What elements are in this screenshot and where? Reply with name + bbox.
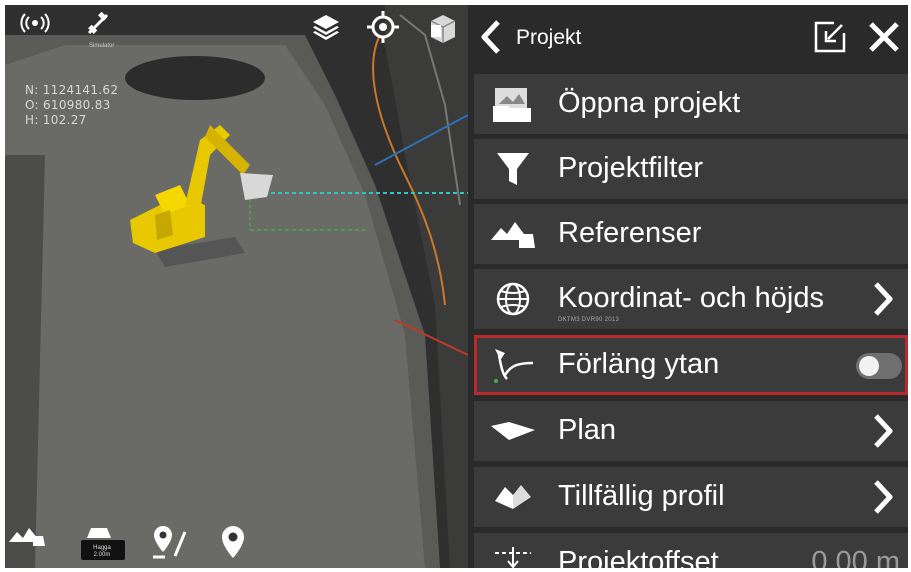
- menu-item-references[interactable]: Referenser: [474, 204, 908, 264]
- menu-item-label: Tillfällig profil: [558, 480, 725, 512]
- cube-icon[interactable]: [425, 11, 465, 45]
- close-icon[interactable]: [866, 19, 902, 55]
- collapse-icon[interactable]: [812, 19, 848, 55]
- extend-surface-icon: [488, 343, 538, 387]
- chevron-right-icon: [870, 413, 896, 449]
- location-pin-icon[interactable]: [219, 524, 259, 562]
- temporary-profile-icon: [488, 475, 538, 519]
- menu-item-project-offset[interactable]: Projektoffset 0.00 m: [474, 533, 908, 568]
- bottom-toolbar: Hagga 2.00m: [5, 520, 468, 568]
- references-icon: [488, 212, 538, 256]
- filter-icon: [488, 147, 538, 191]
- panel-header: Projekt: [468, 5, 908, 67]
- coordinate-system-sublabel: DKTM3 DVR90 2013: [558, 317, 620, 323]
- east-coordinate: O: 610980.83: [25, 98, 111, 112]
- menu-item-coordinate-system[interactable]: Koordinat- och höjds DKTM3 DVR90 2013: [474, 269, 908, 329]
- point-line-icon[interactable]: [149, 524, 189, 562]
- app-frame: Simulator N: 1124141.62 O: 610980.83 H: …: [5, 5, 908, 568]
- chevron-right-icon: [870, 479, 896, 515]
- open-project-icon: [488, 82, 538, 126]
- menu-item-label: Projektoffset: [558, 546, 719, 568]
- menu-item-label: Förläng ytan: [558, 348, 720, 380]
- bucket-icon[interactable]: Hagga 2.00m: [77, 524, 127, 562]
- bucket-width: 2.00m: [93, 552, 111, 558]
- menu-item-extend-surface[interactable]: Förläng ytan: [474, 335, 908, 395]
- menu-item-label: Koordinat- och höjds: [558, 282, 824, 314]
- layers-icon[interactable]: [311, 11, 345, 45]
- signal-broadcast-icon[interactable]: [19, 11, 53, 45]
- satellite-label: Simulator: [89, 43, 115, 49]
- menu-item-open-project[interactable]: Öppna projekt: [474, 74, 908, 134]
- map-3d-view[interactable]: Simulator N: 1124141.62 O: 610980.83 H: …: [5, 5, 468, 568]
- project-offset-value: 0.00 m: [811, 546, 900, 568]
- panel-title: Projekt: [516, 26, 582, 49]
- extend-surface-toggle[interactable]: [856, 353, 902, 379]
- bucket-name: Hagga: [93, 545, 111, 551]
- north-coordinate: N: 1124141.62: [25, 83, 119, 97]
- toggle-knob: [859, 356, 879, 376]
- satellite-icon[interactable]: [85, 11, 119, 45]
- chevron-right-icon: [870, 281, 896, 317]
- menu-item-label: Öppna projekt: [558, 87, 741, 119]
- plan-icon: [488, 409, 538, 453]
- menu-item-plan[interactable]: Plan: [474, 401, 908, 461]
- globe-icon: [488, 277, 538, 321]
- target-icon[interactable]: [367, 11, 401, 45]
- menu-item-label: Referenser: [558, 217, 702, 249]
- project-menu-panel: Projekt Öppna projekt Projektfilter Refe…: [468, 5, 908, 568]
- menu-item-project-filter[interactable]: Projektfilter: [474, 139, 908, 199]
- height-coordinate: H: 102.27: [25, 113, 87, 127]
- offset-icon: [488, 541, 538, 568]
- coordinate-readout: N: 1124141.62 O: 610980.83 H: 102.27: [25, 83, 118, 128]
- references-icon[interactable]: [7, 524, 47, 562]
- menu-item-label: Plan: [558, 414, 617, 446]
- menu-item-label: Projektfilter: [558, 152, 704, 184]
- chevron-left-icon[interactable]: [476, 19, 506, 55]
- menu-item-temporary-profile[interactable]: Tillfällig profil: [474, 467, 908, 527]
